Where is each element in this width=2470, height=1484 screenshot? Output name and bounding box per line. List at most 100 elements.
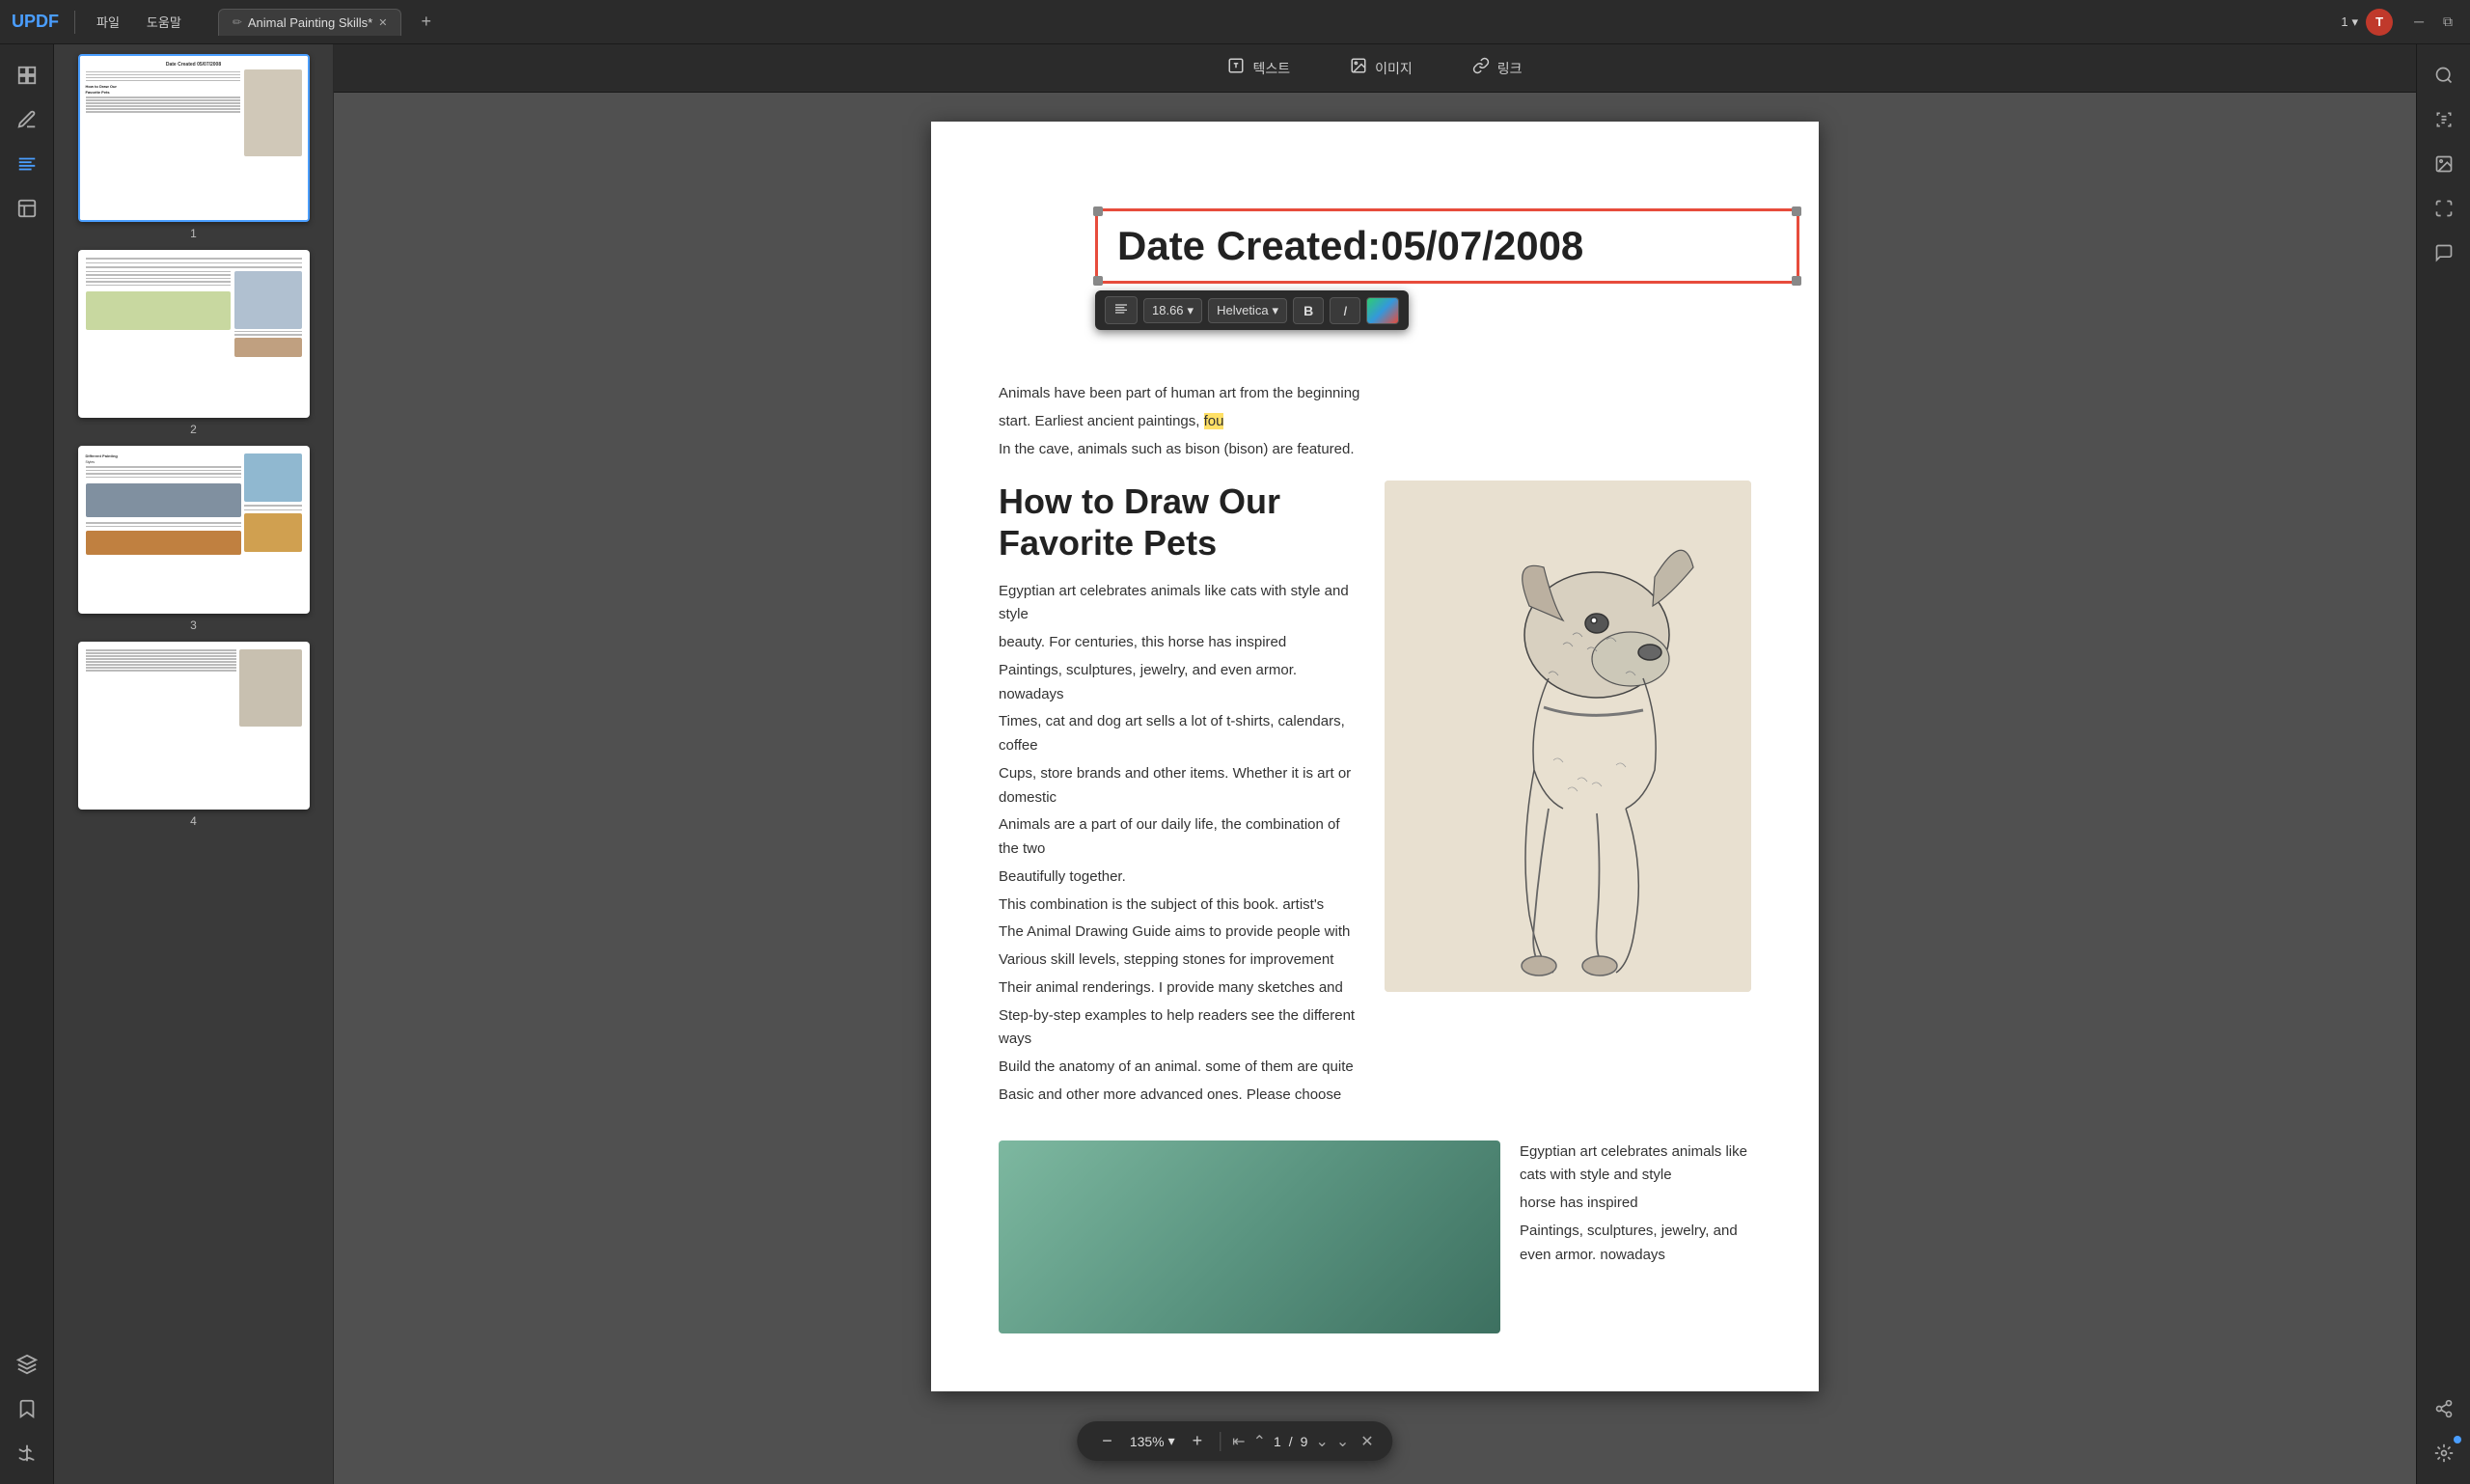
pdf-page: Date Created:05/07/2008 18.66 ▾ Helvetic… (931, 122, 1819, 1391)
align-button[interactable] (1105, 296, 1138, 324)
top-divider (74, 11, 75, 34)
text-tool-label: 텍스트 (1252, 59, 1290, 78)
zoom-bar: − 135% ▾ + ⇤ ⌃ 1 / 9 ⌄ ⌄ ✕ (1077, 1421, 1392, 1461)
section-heading-line1: How to Draw Our (999, 481, 1280, 521)
page-main-section: How to Draw Our Favorite Pets Egyptian a… (999, 481, 1751, 1111)
page-counter[interactable]: 1 ▾ (2341, 14, 2358, 30)
font-size-select[interactable]: 18.66 ▾ (1143, 298, 1202, 323)
page-bottom-section: Egyptian art celebrates animals like cat… (999, 1140, 1751, 1333)
sidebar-icon-bookmark[interactable] (8, 1389, 46, 1428)
zoom-out-button[interactable]: − (1096, 1429, 1118, 1453)
sidebar-icon-organize[interactable] (8, 189, 46, 228)
image-tool[interactable]: 이미지 (1334, 51, 1428, 85)
zoom-in-button[interactable]: + (1187, 1429, 1209, 1453)
page-total: 9 (1301, 1434, 1308, 1449)
sidebar-icon-layers[interactable] (8, 1345, 46, 1384)
text-format-toolbar: 18.66 ▾ Helvetica ▾ B I (1095, 290, 1409, 330)
link-tool[interactable]: 링크 (1457, 51, 1538, 85)
nav-next-button[interactable]: ⌄ (1315, 1432, 1328, 1451)
minimize-button[interactable]: ─ (2408, 12, 2429, 32)
sidebar-icon-text-edit[interactable] (8, 145, 46, 183)
thumbnail-page-1[interactable]: Date Created 05/07/2008 How to Draw Our … (64, 54, 323, 240)
resize-handle-bl[interactable] (1093, 276, 1103, 286)
zoom-value-display[interactable]: 135% ▾ (1130, 1433, 1175, 1449)
font-family-select[interactable]: Helvetica ▾ (1208, 298, 1287, 323)
body-line-5: Animals are a part of our daily life, th… (999, 813, 1356, 862)
image-tool-label: 이미지 (1375, 59, 1413, 78)
restore-button[interactable]: ⧉ (2437, 12, 2458, 32)
body-line-6: Beautifully together. (999, 866, 1356, 890)
thumbnail-page-num-3: 3 (190, 618, 197, 632)
zoom-percent: 135% (1130, 1434, 1165, 1449)
dog-sketch-column (1385, 481, 1751, 1111)
sidebar-icon-home[interactable] (8, 56, 46, 95)
right-sidebar-convert[interactable] (2425, 189, 2463, 228)
tab-animal-painting[interactable]: ✏ Animal Painting Skills* ✕ (218, 9, 402, 36)
resize-handle-br[interactable] (1792, 276, 1801, 286)
right-sidebar-ai[interactable] (2425, 1434, 2463, 1472)
nav-first-button[interactable]: ⇤ (1232, 1432, 1245, 1451)
new-tab-button[interactable]: + (413, 12, 439, 32)
resize-handle-tr[interactable] (1792, 206, 1801, 216)
thumbnail-page-num-4: 4 (190, 814, 197, 828)
page-separator: / (1289, 1434, 1293, 1449)
page-text-column: How to Draw Our Favorite Pets Egyptian a… (999, 481, 1356, 1111)
font-family-arrow: ▾ (1273, 303, 1279, 318)
thumbnail-content-4 (80, 644, 308, 808)
thumbnail-card-3[interactable]: Different Painting Styles (78, 446, 310, 614)
body-line-13: Basic and other more advanced ones. Plea… (999, 1084, 1356, 1108)
tab-right-controls: 1 ▾ T ─ ⧉ (2341, 9, 2458, 36)
italic-button[interactable]: I (1330, 297, 1360, 324)
thumbnail-card-4[interactable] (78, 642, 310, 810)
body-line-9: Various skill levels, stepping stones fo… (999, 948, 1356, 973)
right-sidebar-ocr[interactable] (2425, 100, 2463, 139)
thumbnail-content-1: Date Created 05/07/2008 How to Draw Our … (80, 56, 308, 220)
body-line-10: Their animal renderings. I provide many … (999, 976, 1356, 1001)
pdf-canvas[interactable]: Date Created:05/07/2008 18.66 ▾ Helvetic… (334, 93, 2416, 1484)
font-family-value: Helvetica (1217, 303, 1268, 317)
bottom-text-line-0: Egyptian art celebrates animals like cat… (1520, 1140, 1751, 1189)
thumbnail-page-2[interactable]: 2 (64, 250, 323, 436)
app-logo: UPDF (12, 12, 59, 32)
body-line-3: Times, cat and dog art sells a lot of t-… (999, 710, 1356, 758)
thumbnail-page-3[interactable]: Different Painting Styles (64, 446, 323, 632)
thumbnail-content-3: Different Painting Styles (80, 448, 308, 612)
user-avatar[interactable]: T (2366, 9, 2393, 36)
thumbnail-card-2[interactable] (78, 250, 310, 418)
page-navigation: ⇤ ⌃ 1 / 9 ⌄ ⌄ ✕ (1232, 1432, 1374, 1451)
text-tool[interactable]: 텍스트 (1212, 51, 1305, 85)
menu-help[interactable]: 도움말 (137, 9, 191, 35)
right-sidebar-comment[interactable] (2425, 234, 2463, 272)
selected-text-content: Date Created:05/07/2008 (1117, 223, 1583, 268)
menu-file[interactable]: 파일 (87, 9, 129, 35)
color-picker-button[interactable] (1366, 297, 1399, 324)
bottom-text-content: Egyptian art celebrates animals like cat… (1520, 1140, 1751, 1333)
sidebar-icon-signature[interactable] (8, 1434, 46, 1472)
right-sidebar-search[interactable] (2425, 56, 2463, 95)
right-sidebar-image[interactable] (2425, 145, 2463, 183)
resize-handle-tl[interactable] (1093, 206, 1103, 216)
left-sidebar (0, 44, 54, 1484)
page-nav-close[interactable]: ✕ (1360, 1432, 1373, 1451)
sidebar-icon-annotate[interactable] (8, 100, 46, 139)
thumbnail-panel: Date Created 05/07/2008 How to Draw Our … (54, 44, 334, 1484)
intro-line-1: Animals have been part of human art from… (999, 382, 1751, 406)
section-heading-line2: Favorite Pets (999, 523, 1217, 563)
tab-close-button[interactable]: ✕ (378, 16, 387, 29)
thumbnail-content-2 (80, 252, 308, 416)
bold-button[interactable]: B (1293, 297, 1324, 324)
text-selection-box[interactable]: Date Created:05/07/2008 (1095, 208, 1799, 284)
right-sidebar-share[interactable] (2425, 1389, 2463, 1428)
nav-last-button[interactable]: ⌄ (1336, 1432, 1349, 1451)
section-heading: How to Draw Our Favorite Pets (999, 481, 1356, 563)
dog-sketch-image (1385, 481, 1751, 992)
thumbnail-card-1[interactable]: Date Created 05/07/2008 How to Draw Our … (78, 54, 310, 222)
thumbnail-page-4[interactable]: 4 (64, 642, 323, 828)
body-line-12: Build the anatomy of an animal. some of … (999, 1056, 1356, 1080)
intro-line-3: In the cave, animals such as bison (biso… (999, 438, 1751, 462)
link-tool-icon (1472, 57, 1490, 79)
body-line-7: This combination is the subject of this … (999, 893, 1356, 918)
content-area: 텍스트 이미지 링크 (334, 44, 2416, 1484)
link-tool-label: 링크 (1497, 59, 1523, 78)
nav-prev-button[interactable]: ⌃ (1253, 1432, 1266, 1451)
